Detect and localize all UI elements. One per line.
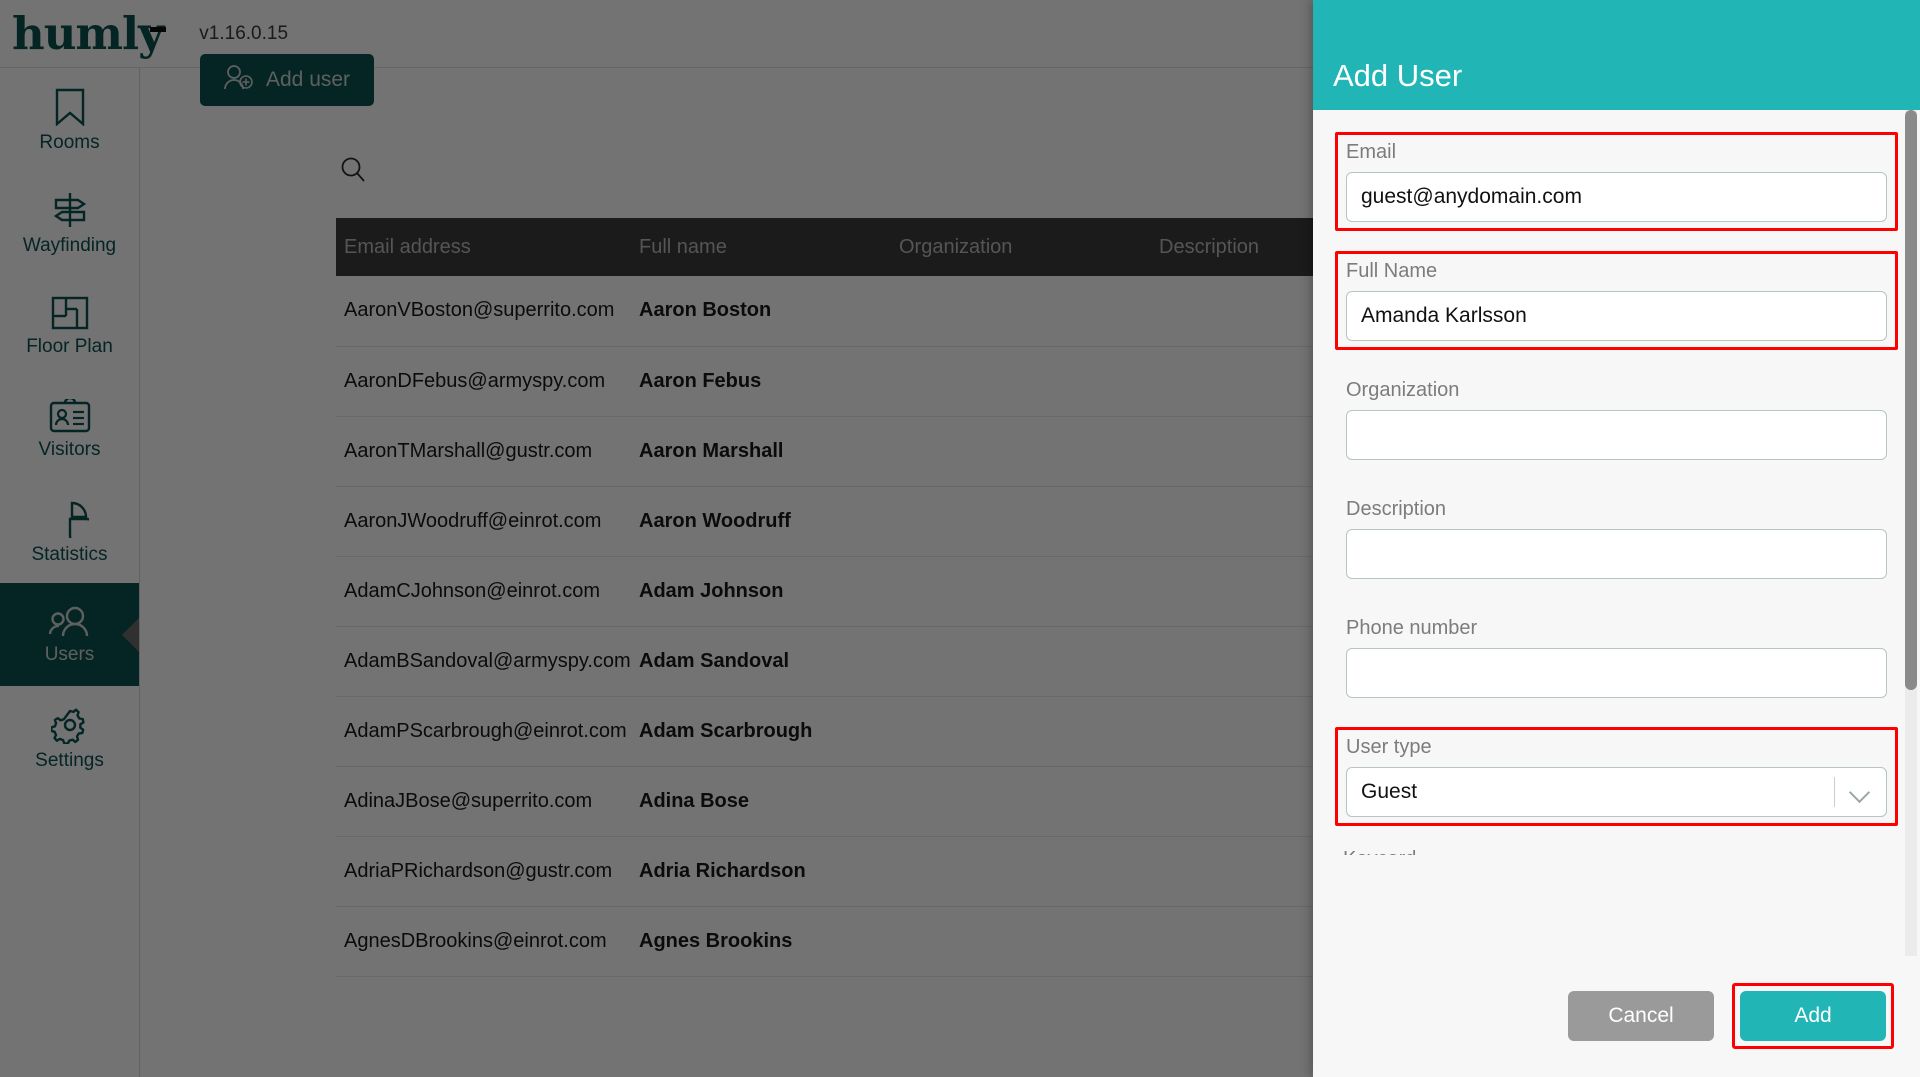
add-button-highlight: Add	[1732, 983, 1894, 1049]
add-user-modal: Add User Email Full Name Organization De…	[1313, 0, 1920, 1077]
usertype-select-wrapper[interactable]	[1346, 767, 1887, 817]
email-field-label: Email	[1346, 141, 1397, 163]
organization-field-group: Organization	[1335, 370, 1898, 469]
email-input[interactable]	[1346, 172, 1887, 222]
phone-field-label: Phone number	[1346, 617, 1478, 639]
app-root: humly v1.16.0.15 Rooms	[0, 0, 1920, 1077]
fullname-field-group: Full Name	[1335, 251, 1898, 350]
organization-input[interactable]	[1346, 410, 1887, 460]
phone-input[interactable]	[1346, 648, 1887, 698]
description-field-group: Description	[1335, 489, 1898, 588]
fullname-input[interactable]	[1346, 291, 1887, 341]
usertype-select[interactable]	[1346, 767, 1887, 817]
clipped-next-field-label: Keycard	[1343, 846, 1898, 855]
usertype-field-group: User type	[1335, 727, 1898, 826]
email-field-group: Email	[1335, 132, 1898, 231]
fullname-field-label: Full Name	[1346, 260, 1438, 282]
cancel-button[interactable]: Cancel	[1568, 991, 1714, 1041]
phone-field-group: Phone number	[1335, 608, 1898, 707]
modal-body: Email Full Name Organization Description…	[1313, 110, 1920, 955]
modal-title: Add User	[1333, 58, 1463, 93]
select-divider	[1834, 777, 1835, 807]
modal-footer: Cancel Add	[1313, 955, 1920, 1077]
modal-scrollbar-thumb[interactable]	[1905, 110, 1917, 690]
organization-field-label: Organization	[1346, 379, 1460, 401]
usertype-field-label: User type	[1346, 736, 1432, 758]
modal-header: Add User	[1313, 0, 1920, 110]
description-input[interactable]	[1346, 529, 1887, 579]
description-field-label: Description	[1346, 498, 1447, 520]
add-button[interactable]: Add	[1740, 991, 1886, 1041]
